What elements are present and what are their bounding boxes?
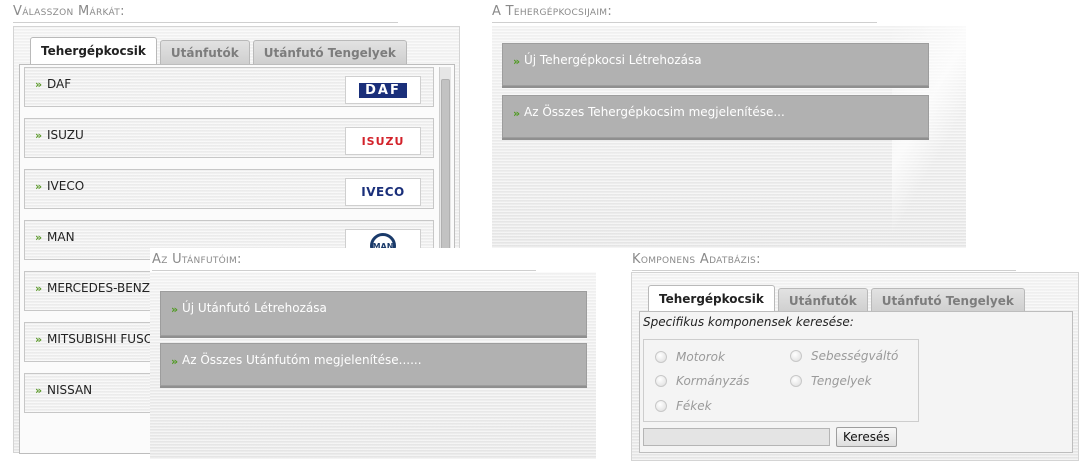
tab-trucks[interactable]: Tehergépkocsik — [648, 285, 775, 312]
trucks-panel: A Tehergépkocsijaim: » Új Tehergépkocsi … — [492, 0, 968, 250]
brand-item-iveco[interactable]: » IVECO IVECO — [24, 169, 434, 209]
all-trucks-button[interactable]: » Az Összes Tehergépkocsim megjelenítése… — [502, 95, 929, 138]
arrow-icon: » — [35, 180, 43, 193]
brand-panel-title: Válasszon Márkát: — [13, 4, 398, 23]
iveco-logo: IVECO — [345, 178, 421, 206]
trailers-panel-body: » Új Utánfutó Létrehozása » Az Összes Ut… — [150, 272, 596, 459]
tab-trailers[interactable]: Utánfutók — [777, 288, 868, 312]
trucks-panel-title: A Tehergépkocsijaim: — [492, 4, 877, 23]
arrow-icon: » — [35, 282, 43, 295]
brand-item-isuzu[interactable]: » ISUZU ISUZU — [24, 118, 434, 158]
brand-name: NISSAN — [47, 383, 93, 397]
brand-name: DAF — [47, 77, 72, 91]
components-panel-title: Komponens Adatbázis: — [632, 252, 1016, 271]
trailers-panel-title: Az Utánfutóim: — [152, 252, 536, 271]
daf-logo-text: DAF — [359, 82, 407, 98]
option-label: Motorok — [676, 350, 725, 364]
option-brakes[interactable]: Fékek — [655, 399, 712, 413]
radio-button[interactable] — [790, 375, 802, 387]
search-legend: Specifikus komponensek keresése: — [643, 315, 854, 329]
option-label: Fékek — [676, 399, 712, 413]
brand-name: MAN — [47, 230, 75, 244]
scrollbar-thumb[interactable] — [441, 79, 450, 254]
arrow-icon: » — [171, 303, 179, 316]
new-trailer-button[interactable]: » Új Utánfutó Létrehozása — [160, 291, 587, 336]
new-truck-button[interactable]: » Új Tehergépkocsi Létrehozása — [502, 43, 929, 86]
tab-trailer-axles[interactable]: Utánfutó Tengelyek — [870, 288, 1025, 312]
radio-button[interactable] — [655, 400, 667, 412]
components-panel-body: Tehergépkocsik Utánfutók Utánfutó Tengel… — [631, 272, 1079, 461]
search-button[interactable]: Keresés — [836, 427, 897, 447]
daf-logo: DAF — [345, 76, 421, 104]
arrow-icon: » — [35, 231, 43, 244]
tab-trailers[interactable]: Utánfutók — [159, 40, 250, 64]
component-search-input[interactable] — [643, 428, 830, 446]
isuzu-logo: ISUZU — [345, 127, 421, 155]
component-tab-content: Specifikus komponensek keresése: Motorok… — [639, 311, 1073, 453]
all-trailers-button[interactable]: » Az Összes Utánfutóm megjelenítése.....… — [160, 343, 587, 386]
component-tabs: Tehergépkocsik Utánfutók Utánfutó Tengel… — [648, 285, 1025, 312]
option-label: Tengelyek — [811, 374, 872, 388]
brand-name: MITSUBISHI FUSO — [47, 332, 154, 346]
all-trucks-label: Az Összes Tehergépkocsim megjelenítése..… — [524, 105, 785, 119]
option-engines[interactable]: Motorok — [655, 350, 725, 364]
brand-name: IVECO — [47, 179, 85, 193]
tab-trailer-axles[interactable]: Utánfutó Tengelyek — [252, 40, 407, 64]
iveco-logo-text: IVECO — [361, 185, 405, 199]
option-axles[interactable]: Tengelyek — [790, 374, 872, 388]
arrow-icon: » — [513, 107, 521, 120]
radio-button[interactable] — [655, 351, 667, 363]
arrow-icon: » — [171, 355, 179, 368]
arrow-icon: » — [35, 78, 43, 91]
tab-trucks[interactable]: Tehergépkocsik — [30, 37, 157, 64]
arrow-icon: » — [35, 129, 43, 142]
component-options: Motorok Sebességváltó Kormányzás Tengely… — [643, 339, 919, 422]
trucks-panel-body: » Új Tehergépkocsi Létrehozása » Az Össz… — [492, 26, 967, 248]
radio-button[interactable] — [655, 375, 667, 387]
arrow-icon: » — [513, 55, 521, 68]
isuzu-logo-text: ISUZU — [361, 134, 405, 148]
brand-item-daf[interactable]: » DAF DAF — [24, 67, 434, 107]
arrow-icon: » — [35, 333, 43, 346]
brand-name: ISUZU — [47, 128, 84, 142]
option-label: Sebességváltó — [811, 349, 899, 363]
new-truck-label: Új Tehergépkocsi Létrehozása — [524, 53, 702, 67]
brand-name: MERCEDES-BENZ — [47, 281, 150, 295]
radio-button[interactable] — [790, 350, 802, 362]
brand-tabs: Tehergépkocsik Utánfutók Utánfutó Tengel… — [30, 37, 407, 64]
option-label: Kormányzás — [676, 374, 750, 388]
all-trailers-label: Az Összes Utánfutóm megjelenítése...... — [182, 353, 422, 367]
trailers-panel: Az Utánfutóim: » Új Utánfutó Létrehozása… — [150, 248, 598, 461]
components-panel: Komponens Adatbázis: Tehergépkocsik Után… — [631, 248, 1079, 461]
arrow-icon: » — [35, 384, 43, 397]
option-steering[interactable]: Kormányzás — [655, 374, 749, 388]
option-gearbox[interactable]: Sebességváltó — [790, 349, 898, 363]
new-trailer-label: Új Utánfutó Létrehozása — [182, 301, 327, 315]
